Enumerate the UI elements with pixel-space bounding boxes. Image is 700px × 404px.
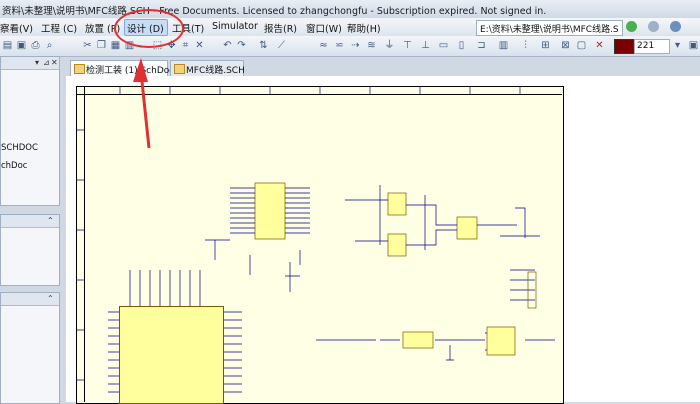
annotation-arrow [133, 58, 151, 149]
